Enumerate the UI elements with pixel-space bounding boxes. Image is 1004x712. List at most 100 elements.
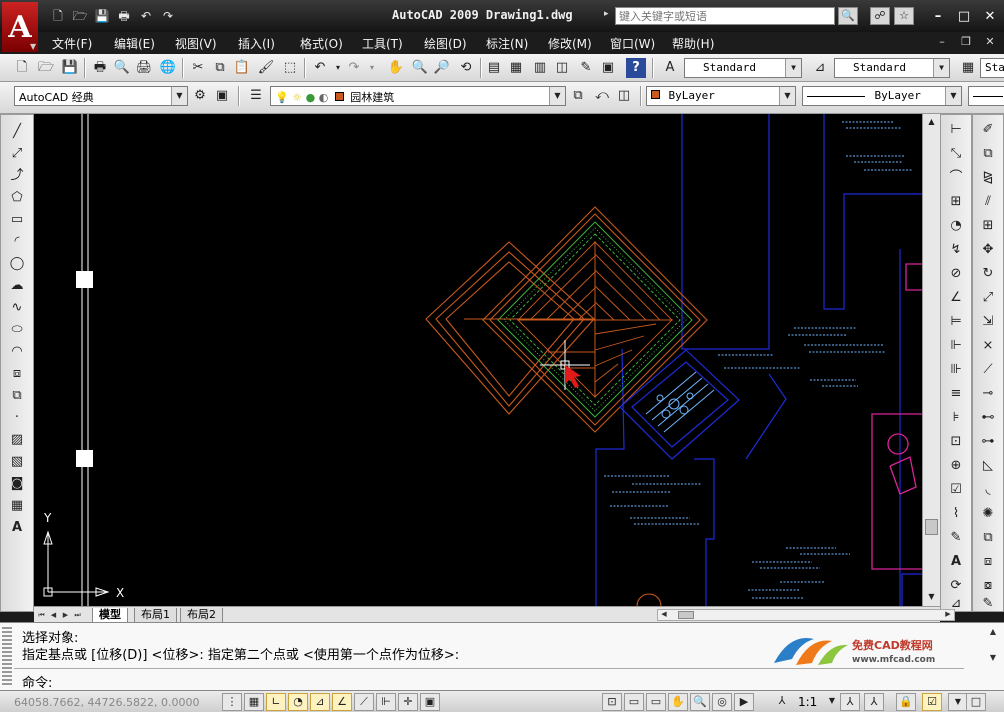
auto-scale-icon[interactable]: ⅄	[864, 693, 884, 711]
layer-states-icon[interactable]: ◫	[614, 86, 634, 106]
explode-icon[interactable]: ✺	[978, 505, 998, 523]
menu-window[interactable]: 窗口(W)	[610, 35, 655, 52]
mirror-icon[interactable]: ⧎	[978, 169, 998, 187]
hscroll-thumb[interactable]	[678, 611, 694, 619]
sheet-set-icon[interactable]: ◫	[552, 58, 572, 78]
menu-help[interactable]: 帮助(H)	[672, 35, 714, 52]
customize-icon[interactable]: ▣	[212, 86, 232, 106]
doc-restore-icon[interactable]: ❐	[958, 35, 974, 50]
cmd-scroll-up-icon[interactable]: ▲	[986, 627, 1000, 639]
prev-tab-icon[interactable]: ◀	[48, 609, 59, 621]
workspace-select[interactable]: AutoCAD 经典 ▼	[14, 86, 188, 106]
paste-icon[interactable]: 📋	[232, 58, 252, 78]
break-at-point-icon[interactable]: ⊸	[978, 385, 998, 403]
block-editor-icon[interactable]: ⬚	[280, 58, 300, 78]
menu-format[interactable]: 格式(O)	[300, 35, 343, 52]
open-icon[interactable]: 🗁	[36, 58, 56, 78]
dim-style-icon[interactable]: ⊿	[810, 58, 830, 78]
annotation-scale-value[interactable]: 1:1	[798, 695, 817, 709]
drawing-canvas[interactable]: Y X	[34, 114, 922, 606]
linear-dim-icon[interactable]: ⊢	[946, 121, 966, 139]
text-style-icon[interactable]: A	[660, 58, 680, 78]
dim-update-icon[interactable]: ⟳	[946, 577, 966, 595]
grip-handle[interactable]	[76, 271, 93, 288]
rectangle-icon[interactable]: ▭	[7, 211, 27, 229]
quick-dim-icon[interactable]: ⊨	[946, 313, 966, 331]
dim-break-icon[interactable]: ⊧	[946, 409, 966, 427]
tab-model[interactable]: 模型	[92, 608, 128, 623]
jogged-dim-icon[interactable]: ↯	[946, 241, 966, 259]
construction-line-icon[interactable]: ⤢	[7, 145, 27, 163]
grid-display-icon[interactable]: ▦	[244, 693, 264, 711]
revision-cloud-icon[interactable]: ☁	[7, 277, 27, 295]
subscription-icon[interactable]: ☍	[870, 7, 890, 25]
tool-palettes-icon[interactable]: ▥	[530, 58, 550, 78]
chevron-down-icon[interactable]: ▼	[171, 87, 187, 105]
quick-properties-icon[interactable]: ▣	[420, 693, 440, 711]
hatch-icon[interactable]: ▨	[7, 431, 27, 449]
grip-handle[interactable]	[76, 450, 93, 467]
chevron-down-icon[interactable]: ▼	[933, 59, 949, 77]
tolerance-icon[interactable]: ⊡	[946, 433, 966, 451]
linetype-select[interactable]: ByLayer ▼	[802, 86, 962, 106]
new-file-icon[interactable]: 🗋	[50, 9, 66, 24]
menu-draw[interactable]: 绘图(D)	[424, 35, 467, 52]
polygon-icon[interactable]: ⬠	[7, 189, 27, 207]
cmd-scroll-down-icon[interactable]: ▼	[986, 653, 1000, 665]
search-icon[interactable]: 🔍	[838, 7, 858, 25]
match-properties-icon[interactable]: 🖌	[256, 58, 276, 78]
center-mark-icon[interactable]: ⊕	[946, 457, 966, 475]
layer-previous-icon[interactable]: ⤺	[592, 86, 612, 106]
ordinate-dim-icon[interactable]: ⊞	[946, 193, 966, 211]
polyline-icon[interactable]: ⤴	[7, 167, 27, 185]
menu-tools[interactable]: 工具(T)	[362, 35, 403, 52]
continue-dim-icon[interactable]: ⊪	[946, 361, 966, 379]
extend-icon[interactable]: ⟋	[978, 361, 998, 379]
menu-insert[interactable]: 插入(I)	[238, 35, 275, 52]
table-style-select[interactable]: Standard	[980, 58, 1004, 78]
markup-icon[interactable]: ✎	[576, 58, 596, 78]
annotation-visibility-icon[interactable]: ⅄	[840, 693, 860, 711]
pan-icon[interactable]: ✋	[668, 693, 688, 711]
ortho-mode-icon[interactable]: ∟	[266, 693, 286, 711]
quick-view-layouts-icon[interactable]: ▭	[624, 693, 644, 711]
make-block-icon[interactable]: ⧉	[7, 387, 27, 405]
scroll-left-icon[interactable]: ◀	[658, 610, 670, 620]
close-icon[interactable]: ✕	[980, 8, 1000, 26]
design-center-icon[interactable]: ▦	[506, 58, 526, 78]
zoom-icon[interactable]: 🔍	[690, 693, 710, 711]
calculator-icon[interactable]: ▣	[598, 58, 618, 78]
tab-layout2[interactable]: 布局2	[180, 608, 223, 623]
pan-realtime-icon[interactable]: ✋	[386, 58, 406, 78]
color-select[interactable]: ByLayer ▼	[646, 86, 796, 106]
minimize-icon[interactable]: –	[928, 8, 948, 26]
chevron-down-icon[interactable]: ▼	[948, 693, 968, 711]
dynamic-input-icon[interactable]: ⊩	[376, 693, 396, 711]
tab-layout1[interactable]: 布局1	[134, 608, 177, 623]
next-tab-icon[interactable]: ▶	[60, 609, 71, 621]
angular-dim-icon[interactable]: ∠	[946, 289, 966, 307]
ellipse-icon[interactable]: ⬭	[7, 321, 27, 339]
maximize-icon[interactable]: □	[954, 8, 974, 26]
object-snap-icon[interactable]: ⊿	[310, 693, 330, 711]
cut-icon[interactable]: ✂	[188, 58, 208, 78]
open-folder-icon[interactable]: 🗁	[72, 9, 88, 24]
favorites-star-icon[interactable]: ☆	[894, 7, 914, 25]
coordinate-readout[interactable]: 64058.7662, 44726.5822, 0.0000	[14, 696, 199, 709]
make-current-layer-icon[interactable]: ⧉	[568, 86, 588, 106]
send-to-back-icon[interactable]: ⧇	[978, 577, 998, 595]
scale-icon[interactable]: ⤢	[978, 289, 998, 307]
table-icon[interactable]: ▦	[7, 497, 27, 515]
dim-edit-icon[interactable]: ✎	[946, 529, 966, 547]
inspection-icon[interactable]: ☑	[946, 481, 966, 499]
line-icon[interactable]: ╱	[7, 123, 27, 141]
insert-block-icon[interactable]: ⧈	[7, 365, 27, 383]
lock-icon[interactable]: 🔒	[896, 693, 916, 711]
stretch-icon[interactable]: ⇲	[978, 313, 998, 331]
save-icon[interactable]: 💾	[60, 58, 80, 78]
table-style-icon[interactable]: ▦	[958, 58, 978, 78]
chevron-down-icon[interactable]: ▼	[822, 693, 842, 711]
layer-properties-icon[interactable]: ☰	[246, 86, 266, 106]
plot-preview-icon[interactable]: 🔍	[112, 58, 132, 78]
horizontal-scrollbar[interactable]: ◀ ▶	[657, 609, 955, 621]
